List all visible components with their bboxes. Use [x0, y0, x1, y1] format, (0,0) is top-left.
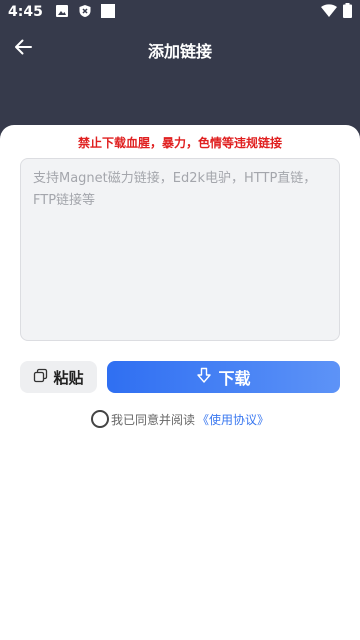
download-button-label: 下载 [218, 369, 251, 388]
download-button[interactable]: 下载 [107, 361, 340, 393]
battery-icon [343, 2, 352, 22]
copy-icon [33, 368, 48, 387]
wifi-icon [321, 3, 337, 22]
paste-button-label: 粘贴 [53, 368, 84, 387]
image-icon [55, 3, 69, 22]
page-title: 添加链接 [147, 42, 212, 61]
link-input[interactable] [20, 158, 340, 341]
status-icons-right [321, 2, 352, 22]
agreement-row: 我已同意并阅读 《使用协议》 [0, 409, 360, 429]
paste-button[interactable]: 粘贴 [20, 361, 97, 393]
square-icon [100, 3, 115, 22]
agreement-checkbox[interactable] [90, 410, 109, 428]
screen: 4:45 添加链接 禁止下载血腥，暴力，色情等违规链接 支持Magnet磁力链接… [0, 0, 360, 640]
app-header: 添加链接 [0, 24, 360, 76]
status-icons-left [55, 3, 115, 22]
agreement-text: 我已同意并阅读 [110, 412, 195, 427]
agreement-link[interactable]: 《使用协议》 [197, 411, 269, 428]
shield-icon [78, 3, 92, 22]
warning-text: 禁止下载血腥，暴力，色情等违规链接 [77, 136, 282, 150]
status-time: 4:45 [8, 4, 43, 20]
download-arrow-icon [196, 367, 212, 388]
arrow-left-icon [14, 38, 32, 60]
status-bar: 4:45 [0, 0, 360, 24]
content-sheet: 禁止下载血腥，暴力，色情等违规链接 粘贴 下载 我已同意并阅读 《使用协议》 [0, 125, 360, 640]
back-button[interactable] [10, 36, 36, 62]
